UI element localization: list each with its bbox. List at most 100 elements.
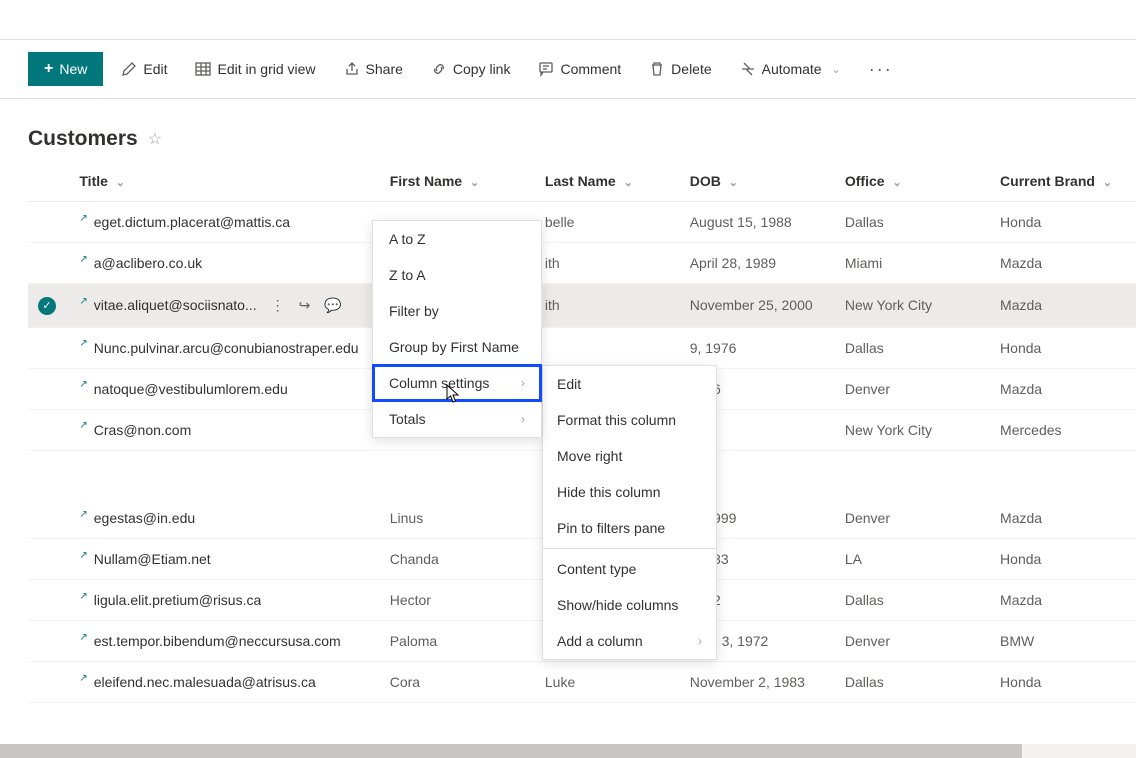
brand-cell: Mazda <box>990 284 1136 328</box>
menu-sort-za[interactable]: Z to A <box>373 257 541 293</box>
col-fn-label: First Name <box>390 173 462 189</box>
submenu-add-column[interactable]: Add a column › <box>543 623 716 659</box>
select-cell[interactable] <box>28 409 69 450</box>
edit-grid-button[interactable]: Edit in grid view <box>185 55 325 83</box>
title-cell[interactable]: ↗a@aclibero.co.uk <box>69 243 379 284</box>
title-cell[interactable]: ↗est.tempor.bibendum@neccursusa.com <box>69 621 379 662</box>
col-office-label: Office <box>845 173 885 189</box>
submenu-add-label: Add a column <box>557 633 643 649</box>
comment-label: Comment <box>560 61 621 77</box>
select-cell[interactable] <box>28 662 69 703</box>
table-row[interactable]: ✓↗vitae.aliquet@sociisnato...⋮↪💬ithNovem… <box>28 284 1136 328</box>
submenu-move-right-label: Move right <box>557 448 622 464</box>
title-cell[interactable]: ↗Cras@non.com <box>69 409 379 450</box>
first-name-cell: Chanda <box>380 539 535 580</box>
title-text: Nullam@Etiam.net <box>94 551 211 567</box>
row-comment-icon[interactable]: 💬 <box>324 297 341 314</box>
brand-cell: Honda <box>990 202 1136 243</box>
select-cell[interactable] <box>28 580 69 621</box>
menu-totals[interactable]: Totals › <box>373 401 541 437</box>
select-cell[interactable] <box>28 243 69 284</box>
title-text: est.tempor.bibendum@neccursusa.com <box>94 633 341 649</box>
chevron-right-icon: › <box>521 376 525 390</box>
dob-cell: August 15, 1988 <box>680 202 835 243</box>
title-cell[interactable]: ↗egestas@in.edu <box>69 498 379 539</box>
submenu-showhide-label: Show/hide columns <box>557 597 678 613</box>
chevron-down-icon: ⌄ <box>1103 177 1112 189</box>
dob-cell: November 2, 1983 <box>680 662 835 703</box>
delete-button[interactable]: Delete <box>639 55 721 83</box>
brand-cell: Mazda <box>990 498 1136 539</box>
row-share-icon[interactable]: ↪ <box>299 297 311 314</box>
submenu-edit[interactable]: Edit <box>543 366 716 402</box>
submenu-content-type[interactable]: Content type <box>543 551 716 587</box>
select-cell[interactable] <box>28 539 69 580</box>
menu-sort-az[interactable]: A to Z <box>373 221 541 257</box>
column-header-title[interactable]: Title ⌄ <box>69 161 379 202</box>
title-cell[interactable]: ↗natoque@vestibulumlorem.edu <box>69 368 379 409</box>
last-name-cell: belle <box>535 202 680 243</box>
copy-link-button[interactable]: Copy link <box>421 55 521 83</box>
checkmark-icon[interactable]: ✓ <box>38 297 56 315</box>
automate-label: Automate <box>762 61 822 77</box>
column-header-select[interactable] <box>28 161 69 202</box>
select-cell[interactable]: ✓ <box>28 284 69 328</box>
share-button[interactable]: Share <box>334 55 413 83</box>
table-row[interactable]: ↗eget.dictum.placerat@mattis.ca belleAugu… <box>28 202 1136 243</box>
submenu-divider <box>543 548 716 549</box>
link-icon <box>431 61 447 77</box>
chevron-down-icon: ⌄ <box>729 177 738 189</box>
submenu-format[interactable]: Format this column <box>543 402 716 438</box>
column-header-brand[interactable]: Current Brand ⌄ <box>990 161 1136 202</box>
submenu-pin[interactable]: Pin to filters pane <box>543 510 716 546</box>
title-cell[interactable]: ↗ Nullam@Etiam.net <box>69 539 379 580</box>
horizontal-scrollbar[interactable] <box>0 744 1136 758</box>
menu-group-by[interactable]: Group by First Name <box>373 329 541 365</box>
office-cell: Dallas <box>835 580 990 621</box>
column-context-menu: A to Z Z to A Filter by Group by First N… <box>372 220 542 438</box>
select-cell[interactable] <box>28 327 69 368</box>
scrollbar-thumb[interactable] <box>0 744 1022 758</box>
title-cell[interactable]: ↗eleifend.nec.malesuada@atrisus.ca <box>69 662 379 703</box>
first-name-cell: Paloma <box>380 621 535 662</box>
submenu-move-right[interactable]: Move right <box>543 438 716 474</box>
select-cell[interactable] <box>28 202 69 243</box>
menu-filter-by[interactable]: Filter by <box>373 293 541 329</box>
column-header-office[interactable]: Office ⌄ <box>835 161 990 202</box>
share-label: Share <box>366 61 403 77</box>
select-cell[interactable] <box>28 498 69 539</box>
submenu-hide[interactable]: Hide this column <box>543 474 716 510</box>
column-header-dob[interactable]: DOB ⌄ <box>680 161 835 202</box>
title-cell[interactable]: ↗eget.dictum.placerat@mattis.ca <box>69 202 379 243</box>
brand-cell: Honda <box>990 662 1136 703</box>
chevron-down-icon: ⌄ <box>470 177 479 189</box>
automate-button[interactable]: Automate ⌄ <box>730 55 851 83</box>
title-accent-icon: ↗ <box>79 551 87 561</box>
column-header-first-name[interactable]: First Name ⌄ <box>380 161 535 202</box>
menu-sort-az-label: A to Z <box>389 231 426 247</box>
first-name-cell: Linus <box>380 498 535 539</box>
table-row[interactable]: ↗a@aclibero.co.ukithApril 28, 1989MiamiM… <box>28 243 1136 284</box>
overflow-menu-button[interactable]: ··· <box>859 53 903 86</box>
favorite-star-icon[interactable]: ☆ <box>148 129 162 149</box>
select-cell[interactable] <box>28 368 69 409</box>
comment-button[interactable]: Comment <box>528 55 631 83</box>
menu-column-settings[interactable]: Column settings › <box>373 365 541 401</box>
brand-cell: Mazda <box>990 580 1136 621</box>
select-cell[interactable] <box>28 621 69 662</box>
row-more-icon[interactable]: ⋮ <box>271 297 285 314</box>
table-row[interactable]: ↗eleifend.nec.malesuada@atrisus.caCoraLu… <box>28 662 1136 703</box>
office-cell: Denver <box>835 621 990 662</box>
title-text: Cras@non.com <box>94 422 191 438</box>
table-row[interactable]: ↗Nunc.pulvinar.arcu@conubianostraper.edu… <box>28 327 1136 368</box>
office-cell: LA <box>835 539 990 580</box>
column-header-last-name[interactable]: Last Name ⌄ <box>535 161 680 202</box>
submenu-content-type-label: Content type <box>557 561 636 577</box>
title-cell[interactable]: ↗ligula.elit.pretium@risus.ca <box>69 580 379 621</box>
submenu-showhide[interactable]: Show/hide columns <box>543 587 716 623</box>
new-button[interactable]: + New <box>28 52 103 86</box>
office-cell: Denver <box>835 498 990 539</box>
edit-button[interactable]: Edit <box>111 55 177 83</box>
title-cell[interactable]: ↗Nunc.pulvinar.arcu@conubianostraper.edu <box>69 327 379 368</box>
title-cell[interactable]: ↗vitae.aliquet@sociisnato...⋮↪💬 <box>69 284 379 328</box>
